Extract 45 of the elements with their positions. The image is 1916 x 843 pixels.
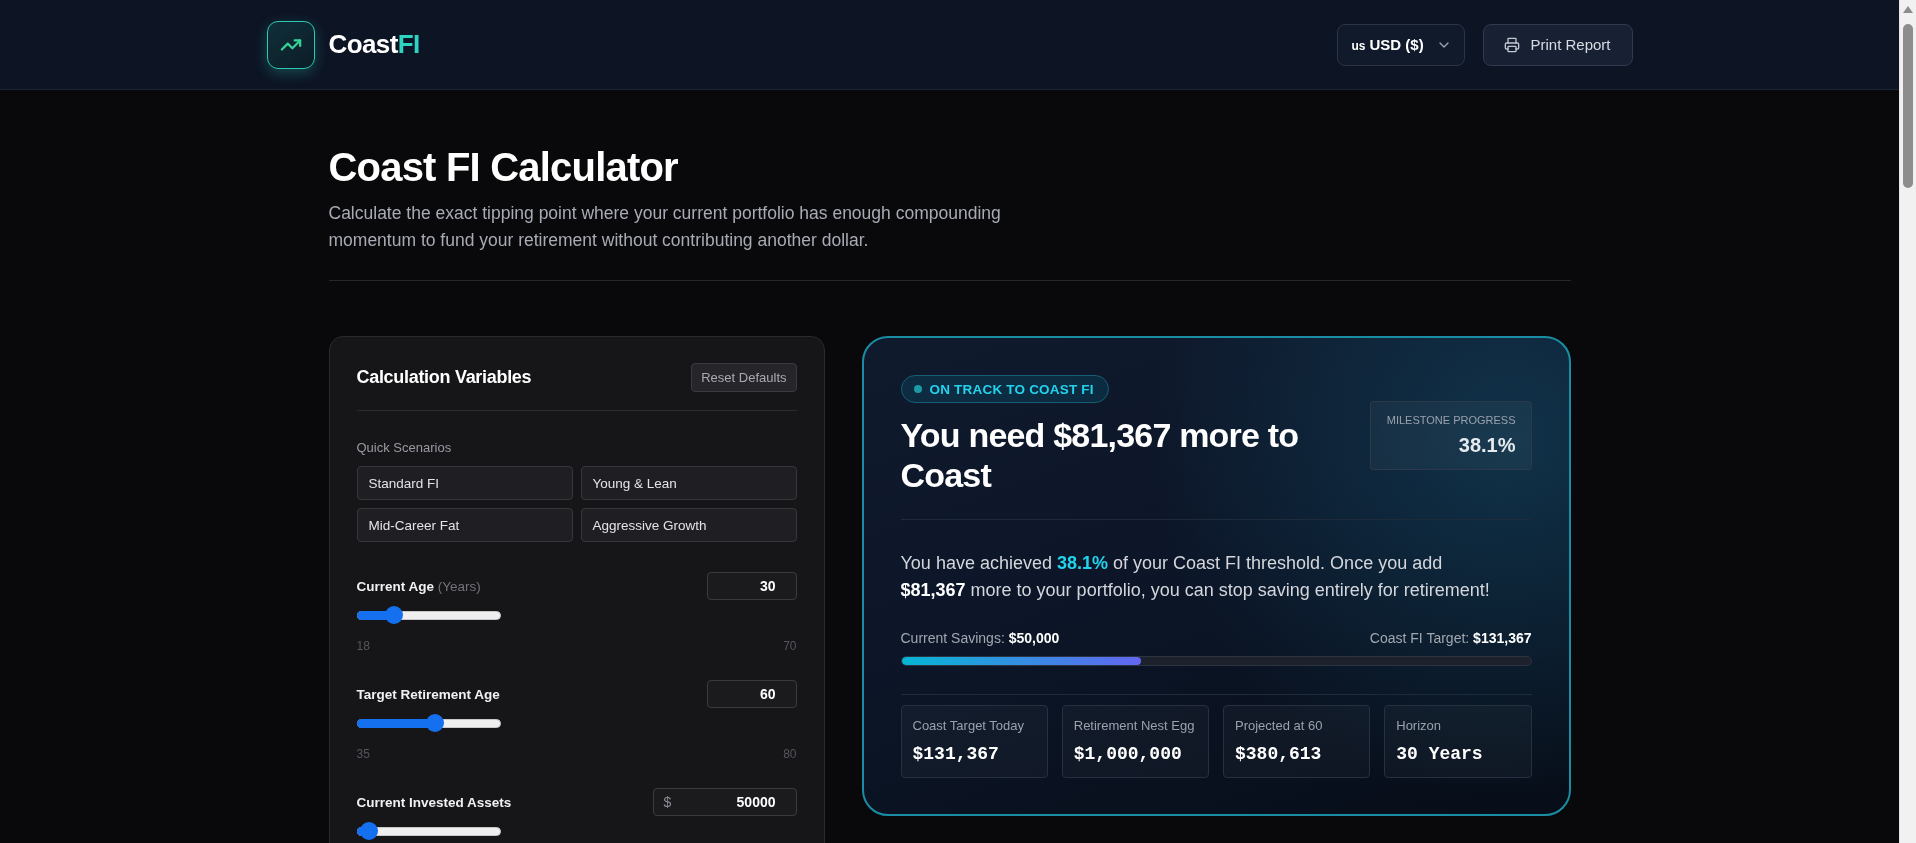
currency-select[interactable]: us USD ($)	[1336, 23, 1465, 66]
stat-label: Retirement Nest Egg	[1073, 718, 1196, 734]
milestone-label: MILESTONE PROGRESS	[1385, 412, 1516, 427]
page-subtitle: Calculate the exact tipping point where your current portfolio has enough compounding momentum to fund your retirement without contributing another dollar.	[328, 202, 1002, 252]
number-input[interactable]: 30	[706, 572, 797, 600]
panel-title: Calculation Variables	[356, 367, 532, 388]
field-label: Target Retirement Age	[356, 686, 500, 702]
stat-label: Coast Target Today	[912, 718, 1026, 734]
scroll-up-arrow-icon[interactable]	[1903, 6, 1913, 13]
stat-value: 30 Years	[1396, 744, 1484, 764]
scenario-button[interactable]: Mid-Career Fat	[356, 508, 573, 542]
stat-label: Horizon	[1396, 718, 1443, 734]
amount-input[interactable]: $ 50000	[652, 788, 797, 816]
scenario-button[interactable]: Standard FI	[356, 466, 573, 500]
section-label: Quick Scenarios	[356, 440, 453, 456]
range-min: 35	[356, 746, 370, 762]
status-dot-icon	[913, 385, 922, 393]
trend-up-logo-icon	[266, 20, 315, 69]
range-min: 18	[356, 638, 370, 654]
stat-value: $131,367	[912, 744, 1000, 764]
print-button[interactable]: Print Report	[1482, 23, 1633, 66]
brand-name: CoastFI	[328, 29, 420, 60]
result-headline: You need $81,367 more to Coast	[900, 415, 1300, 495]
reset-button[interactable]: Reset Defaults	[691, 363, 797, 392]
slider[interactable]	[356, 714, 501, 732]
range-max: 80	[783, 746, 797, 762]
field-label: Current Age (Years)	[356, 578, 481, 594]
scenario-button[interactable]: Aggressive Growth	[580, 508, 797, 542]
summary-text: You have achieved 38.1% of your Coast FI threshold. Once you add $81,367 more to your portfolio, you can stop saving entirely for retirement!	[900, 552, 1491, 602]
printer-icon	[1504, 36, 1521, 53]
range-max: 70	[783, 638, 797, 654]
slider[interactable]	[356, 606, 501, 624]
target-text: Coast FI Target: $131,367	[1369, 629, 1532, 647]
current-savings-text: Current Savings: $50,000	[900, 629, 1060, 647]
field-label: Current Invested Assets	[356, 794, 512, 810]
milestone-value: 38.1%	[1457, 432, 1516, 457]
scrollbar-thumb[interactable]	[1903, 24, 1913, 188]
badge-text: ON TRACK TO COAST FI	[929, 381, 1094, 397]
stat-value: $380,613	[1235, 744, 1323, 764]
number-input[interactable]: 60	[706, 680, 797, 708]
stat-label: Projected at 60	[1235, 718, 1324, 734]
stat-value: $1,000,000	[1073, 744, 1183, 764]
scenario-button[interactable]: Young & Lean	[580, 466, 797, 500]
page-title: Coast FI Calculator	[328, 144, 679, 191]
slider[interactable]	[356, 822, 501, 840]
